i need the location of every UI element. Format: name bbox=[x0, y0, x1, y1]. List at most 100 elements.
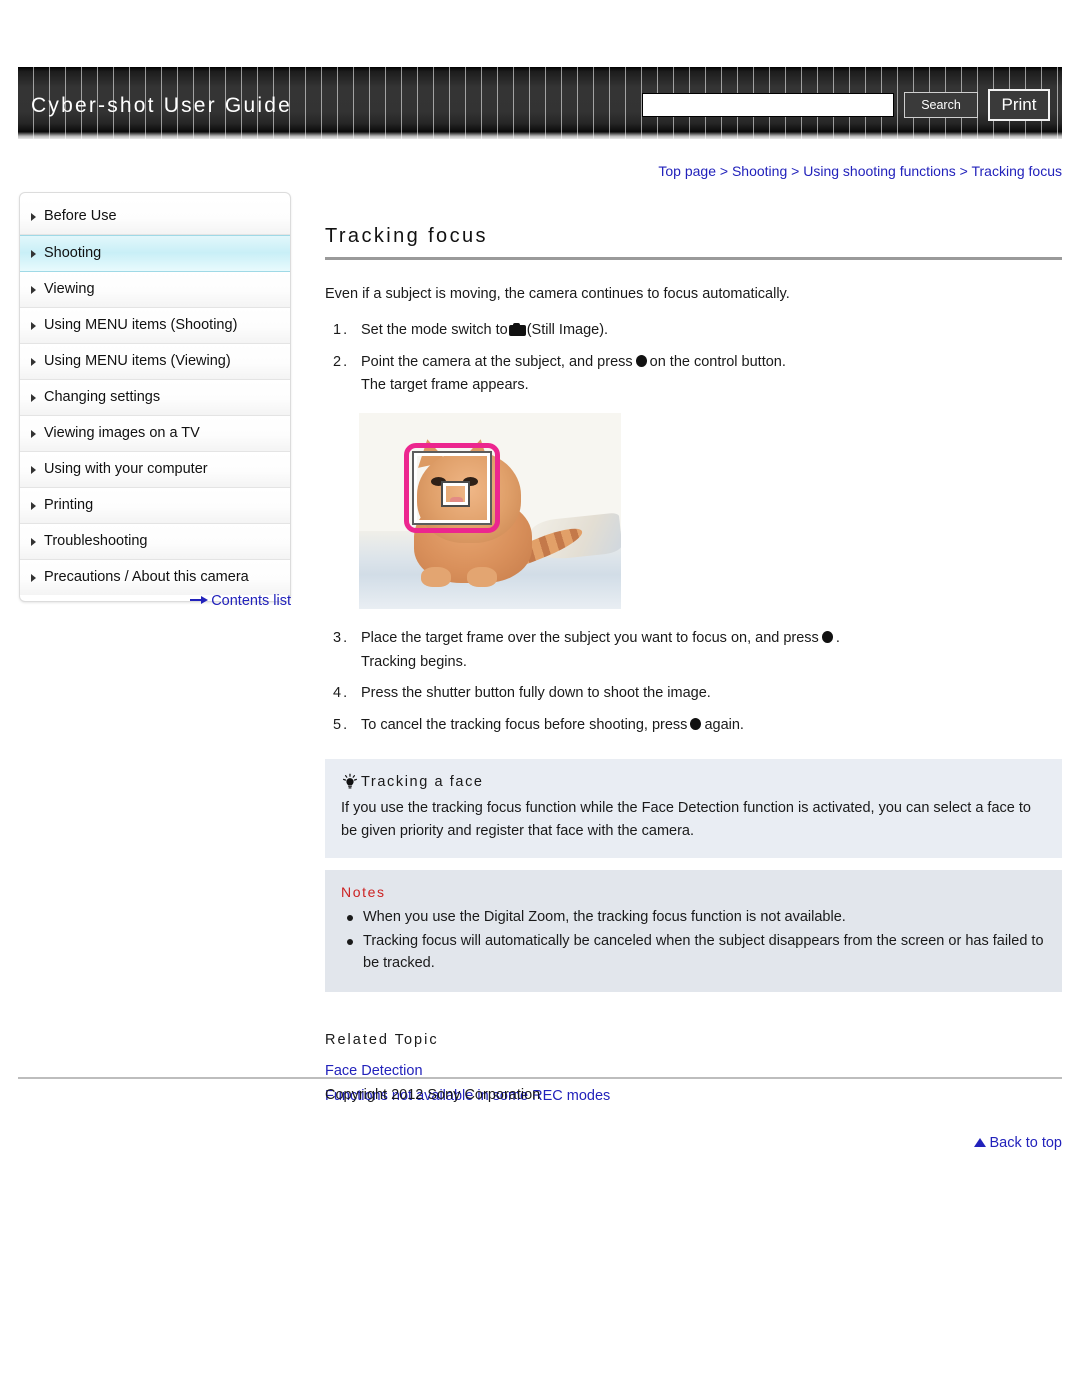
cat-paw-right bbox=[467, 567, 497, 588]
chevron-right-icon bbox=[31, 573, 36, 582]
step-item-3: 3. Place the target frame over the subje… bbox=[325, 627, 1062, 674]
sidebar-item-label: Printing bbox=[44, 497, 94, 513]
sidebar-item-viewing[interactable]: Viewing bbox=[20, 272, 290, 308]
sidebar-item-label: Using with your computer bbox=[44, 461, 208, 477]
lightbulb-icon bbox=[341, 773, 359, 791]
search-button[interactable]: Search bbox=[904, 92, 978, 118]
sidebar-item-using-menu-items-shooting[interactable]: Using MENU items (Shooting) bbox=[20, 308, 290, 344]
step-text-after: (Still Image). bbox=[526, 322, 609, 339]
arrow-right-icon bbox=[190, 596, 209, 604]
related-topic-heading: Related Topic bbox=[325, 1032, 439, 1049]
sidebar-item-shooting[interactable]: Shooting bbox=[20, 235, 290, 272]
step-text-before: Set the mode switch to bbox=[361, 322, 508, 339]
copyright-text: Copyright 2012 Sony Corporation bbox=[325, 1087, 541, 1103]
back-to-top-row: Back to top bbox=[325, 1131, 1062, 1156]
step-text-before: Press the shutter button fully down to s… bbox=[361, 685, 711, 702]
sidebar-item-precautions-about-this-camera[interactable]: Precautions / About this camera bbox=[20, 560, 290, 595]
search-input[interactable] bbox=[642, 93, 894, 117]
step-number: 3. bbox=[333, 630, 350, 647]
step-number: 4. bbox=[333, 685, 350, 702]
control-button-center-icon bbox=[635, 354, 647, 367]
chevron-right-icon bbox=[31, 249, 36, 258]
breadcrumb: Top page > Shooting > Using shooting fun… bbox=[325, 163, 1062, 179]
chevron-right-icon bbox=[31, 285, 36, 294]
sidebar-item-label: Using MENU items (Viewing) bbox=[44, 353, 231, 369]
step-text-before: To cancel the tracking focus before shoo… bbox=[361, 716, 688, 733]
chevron-right-icon bbox=[31, 537, 36, 546]
control-button-center-icon bbox=[690, 717, 702, 730]
chevron-right-icon bbox=[31, 321, 36, 330]
tip-heading-row: Tracking a face bbox=[341, 773, 1046, 791]
step-item-5: 5. To cancel the tracking focus before s… bbox=[325, 714, 1062, 737]
related-link-face-detection[interactable]: Face Detection bbox=[325, 1059, 1062, 1084]
breadcrumb-item-using-shooting-functions[interactable]: Using shooting functions bbox=[803, 163, 956, 179]
sidebar-item-label: Viewing bbox=[44, 281, 95, 297]
step-text-after: . bbox=[835, 630, 840, 647]
sidebar-item-troubleshooting[interactable]: Troubleshooting bbox=[20, 524, 290, 560]
tip-body: If you use the tracking focus function w… bbox=[341, 800, 1031, 839]
step-text-before: Place the target frame over the subject … bbox=[361, 630, 819, 647]
page-title: Tracking focus bbox=[325, 225, 488, 247]
camera-icon bbox=[508, 323, 526, 337]
chevron-right-icon bbox=[31, 357, 36, 366]
step-item-2: 2. Point the camera at the subject, and … bbox=[325, 351, 1062, 398]
sidebar-item-using-with-your-computer[interactable]: Using with your computer bbox=[20, 452, 290, 488]
steps-list-continued: 3. Place the target frame over the subje… bbox=[325, 627, 1062, 737]
breadcrumb-item-top-page[interactable]: Top page bbox=[658, 163, 716, 179]
step-number: 1. bbox=[333, 322, 350, 339]
step-number: 5. bbox=[333, 716, 350, 733]
contents-list-label: Contents list bbox=[211, 593, 291, 609]
site-title: Cyber-shot User Guide bbox=[31, 94, 292, 117]
header-tools: Search Print bbox=[642, 89, 1050, 121]
chevron-right-icon bbox=[31, 393, 36, 402]
chevron-right-icon bbox=[31, 212, 36, 221]
step-text-after: on the control button. bbox=[649, 353, 786, 370]
sidebar-item-changing-settings[interactable]: Changing settings bbox=[20, 380, 290, 416]
target-frame-inner-icon bbox=[441, 481, 470, 508]
triangle-up-icon bbox=[974, 1138, 987, 1148]
step-item-1: 1. Set the mode switch to (Still Image). bbox=[325, 319, 1062, 342]
contents-list-link[interactable]: Contents list bbox=[190, 593, 291, 609]
sidebar-item-using-menu-items-viewing[interactable]: Using MENU items (Viewing) bbox=[20, 344, 290, 380]
step-text-after: again. bbox=[704, 716, 744, 733]
sidebar-item-label: Troubleshooting bbox=[44, 533, 148, 549]
cat-paw-left bbox=[421, 567, 451, 588]
note-item: When you use the Digital Zoom, the track… bbox=[341, 906, 1046, 928]
sidebar-item-label: Shooting bbox=[44, 245, 102, 261]
sidebar-item-label: Using MENU items (Shooting) bbox=[44, 317, 238, 333]
sidebar-item-label: Changing settings bbox=[44, 389, 161, 405]
sidebar-item-label: Precautions / About this camera bbox=[44, 569, 249, 585]
chevron-right-icon bbox=[31, 429, 36, 438]
notes-box: Notes When you use the Digital Zoom, the… bbox=[325, 870, 1062, 993]
sidebar-item-viewing-images-on-a-tv[interactable]: Viewing images on a TV bbox=[20, 416, 290, 452]
back-to-top-link[interactable]: Back to top bbox=[325, 1131, 1062, 1156]
tip-box: Tracking a face If you use the tracking … bbox=[325, 759, 1062, 859]
notes-heading: Notes bbox=[341, 884, 386, 901]
back-to-top-label: Back to top bbox=[989, 1135, 1062, 1152]
footer-divider bbox=[18, 1077, 1062, 1079]
tip-heading: Tracking a face bbox=[361, 774, 484, 791]
sidebar-item-before-use[interactable]: Before Use bbox=[20, 199, 290, 235]
step-sub-text: The target frame appears. bbox=[361, 376, 529, 393]
sidebar-item-printing[interactable]: Printing bbox=[20, 488, 290, 524]
main-content: Tracking focus Even if a subject is movi… bbox=[325, 225, 1062, 1156]
intro-paragraph: Even if a subject is moving, the camera … bbox=[325, 286, 790, 302]
breadcrumb-separator: > bbox=[719, 163, 729, 179]
step-number: 2. bbox=[333, 353, 350, 370]
steps-list: 1. Set the mode switch to (Still Image). … bbox=[325, 319, 1062, 397]
print-button[interactable]: Print bbox=[988, 89, 1050, 121]
breadcrumb-item-shooting[interactable]: Shooting bbox=[732, 163, 787, 179]
title-divider bbox=[325, 257, 1062, 260]
breadcrumb-item-tracking-focus[interactable]: Tracking focus bbox=[971, 163, 1062, 179]
step-sub-text: Tracking begins. bbox=[361, 653, 467, 670]
sidebar-item-label: Before Use bbox=[44, 208, 117, 224]
chevron-right-icon bbox=[31, 501, 36, 510]
chevron-right-icon bbox=[31, 465, 36, 474]
note-item: Tracking focus will automatically be can… bbox=[341, 930, 1046, 974]
sidebar-item-label: Viewing images on a TV bbox=[44, 425, 200, 441]
control-button-center-icon bbox=[821, 631, 833, 644]
notes-list: When you use the Digital Zoom, the track… bbox=[341, 906, 1046, 974]
tracking-focus-illustration bbox=[359, 413, 621, 610]
contents-list-row: Contents list bbox=[19, 592, 291, 610]
site-header: Cyber-shot User Guide Search Print bbox=[18, 67, 1062, 139]
